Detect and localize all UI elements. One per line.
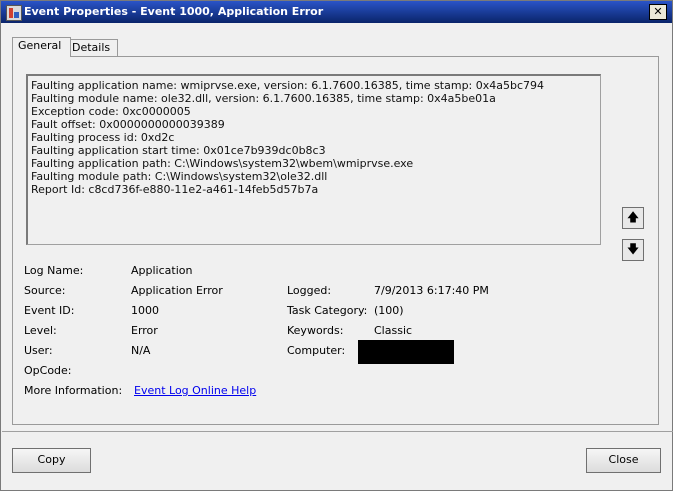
event-properties-window: Event Properties - Event 1000, Applicati… — [0, 0, 673, 491]
opcode-label: OpCode: — [24, 364, 72, 377]
description-line: Faulting process id: 0xd2c — [31, 131, 175, 144]
event-description-box[interactable]: Faulting application name: wmiprvse.exe,… — [26, 74, 601, 245]
arrow-down-icon: 🡇 — [626, 242, 640, 256]
description-line: Faulting module name: ole32.dll, version… — [31, 92, 496, 105]
description-line: Exception code: 0xc0000005 — [31, 105, 191, 118]
user-value: N/A — [131, 344, 151, 357]
window-title: Event Properties - Event 1000, Applicati… — [24, 5, 324, 18]
next-event-button[interactable]: 🡇 — [622, 239, 644, 261]
tab-general[interactable]: General — [12, 37, 71, 57]
keywords-label: Keywords: — [287, 324, 344, 337]
description-line: Report Id: c8cd736f-e880-11e2-a461-14feb… — [31, 183, 319, 196]
more-information-label: More Information: — [24, 384, 123, 397]
description-line: Faulting application start time: 0x01ce7… — [31, 144, 326, 157]
event-log-online-help-link[interactable]: Event Log Online Help — [134, 384, 256, 397]
task-category-label: Task Category: — [287, 304, 368, 317]
arrow-up-icon: 🡅 — [626, 210, 640, 224]
close-button[interactable]: Close — [586, 448, 661, 473]
description-line: Faulting application name: wmiprvse.exe,… — [31, 79, 545, 92]
general-panel: Faulting application name: wmiprvse.exe,… — [12, 56, 659, 425]
event-id-value: 1000 — [131, 304, 159, 317]
copy-button[interactable]: Copy — [12, 448, 91, 473]
description-line: Faulting module path: C:\Windows\system3… — [31, 170, 328, 183]
footer-separator — [2, 431, 673, 432]
event-id-label: Event ID: — [24, 304, 75, 317]
source-label: Source: — [24, 284, 66, 297]
close-window-button[interactable]: ✕ — [649, 4, 667, 20]
task-category-value: (100) — [374, 304, 404, 317]
keywords-value: Classic — [374, 324, 413, 337]
title-bar[interactable]: Event Properties - Event 1000, Applicati… — [1, 1, 672, 23]
source-value: Application Error — [131, 284, 223, 297]
logged-label: Logged: — [287, 284, 332, 297]
previous-event-button[interactable]: 🡅 — [622, 207, 644, 229]
logged-value: 7/9/2013 6:17:40 PM — [374, 284, 489, 297]
log-name-value: Application — [131, 264, 193, 277]
description-line: Fault offset: 0x0000000000039389 — [31, 118, 225, 131]
level-value: Error — [131, 324, 158, 337]
computer-label: Computer: — [287, 344, 346, 357]
user-label: User: — [24, 344, 53, 357]
log-name-label: Log Name: — [24, 264, 84, 277]
event-viewer-icon — [6, 5, 22, 21]
level-label: Level: — [24, 324, 57, 337]
computer-value-redacted — [358, 340, 454, 364]
description-line: Faulting application path: C:\Windows\sy… — [31, 157, 414, 170]
tab-details[interactable]: Details — [66, 39, 118, 56]
